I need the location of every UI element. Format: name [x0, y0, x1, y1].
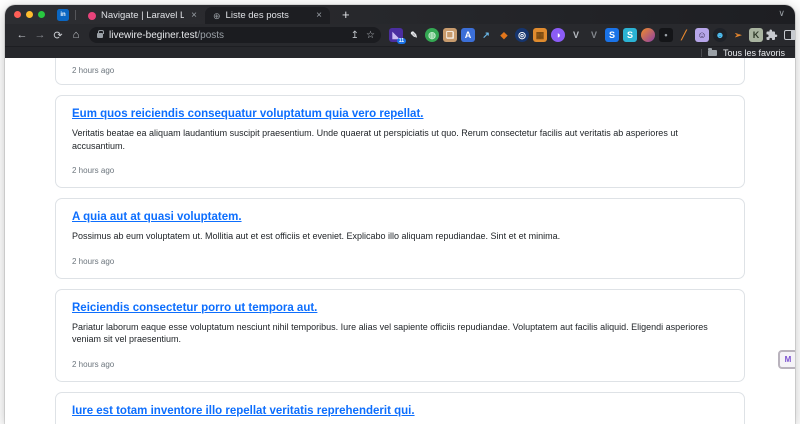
post-card: Eum quos reiciendis consequatur voluptat…	[55, 95, 745, 188]
s-teal-icon[interactable]: S	[623, 28, 637, 42]
floating-extension-widget[interactable]: M	[778, 350, 795, 369]
post-card: Iure est totam inventore illo repellat v…	[55, 391, 745, 424]
lavender-face-icon[interactable]: ☺	[695, 28, 709, 42]
black-dot-icon[interactable]: •	[659, 28, 673, 42]
close-tab-icon[interactable]: ×	[314, 10, 324, 21]
page-content: 2 hours ago Eum quos reiciendis consequa…	[5, 58, 795, 424]
post-title-link[interactable]: A quia aut at quasi voluptatem.	[72, 210, 728, 225]
linkedin-icon: in	[60, 11, 66, 18]
copy-docs-icon[interactable]: ❏	[443, 28, 457, 42]
translate-icon[interactable]: A	[461, 28, 475, 42]
tab-divider	[75, 9, 76, 20]
traffic-lights	[14, 11, 45, 18]
post-card: Reiciendis consectetur porro ut tempora …	[55, 288, 745, 382]
forward-button[interactable]: →	[31, 29, 49, 41]
home-button[interactable]: ⌂	[67, 29, 85, 41]
tab-strip: in Navigate | Laravel Livewire × ⊕ Liste…	[5, 5, 795, 24]
extensions-puzzle-icon[interactable]	[766, 29, 778, 41]
zoom-window-button[interactable]	[38, 11, 45, 18]
posts-container: 2 hours ago Eum quos reiciendis consequa…	[55, 58, 745, 424]
post-title-link[interactable]: Reiciendis consectetur porro ut tempora …	[72, 301, 728, 316]
extensions-row: ◣ 11 ✎ ◍ ❏ A ↗ ◆ ◎ ▦ ◑ V V S S • ╱ ☺ ☻ ➢ K	[389, 28, 763, 44]
url-path: /posts	[197, 29, 225, 41]
bird-icon[interactable]: ➢	[731, 28, 745, 42]
post-title-link[interactable]: Iure est totam inventore illo repellat v…	[72, 404, 728, 419]
k-sage-icon[interactable]: K	[749, 28, 763, 42]
tab-title: Liste des posts	[225, 10, 289, 21]
browser-window: in Navigate | Laravel Livewire × ⊕ Liste…	[5, 5, 795, 424]
v-filled-icon[interactable]: V	[569, 28, 583, 42]
post-title-link[interactable]: Eum quos reiciendis consequatur voluptat…	[72, 107, 728, 122]
post-body: Possimus ab eum voluptatem ut. Mollitia …	[72, 231, 561, 241]
bookmarks-bar: Tous les favoris	[5, 46, 795, 58]
back-button[interactable]: ←	[13, 29, 31, 41]
green-globe-icon[interactable]: ◍	[425, 28, 439, 42]
post-timestamp: 2 hours ago	[72, 256, 115, 266]
globe-favicon: ⊕	[213, 10, 221, 21]
url-host: livewire-beginer.test	[109, 29, 198, 41]
post-card: A quia aut at quasi voluptatem. Possimus…	[55, 198, 745, 279]
browser-toolbar: ← → ⟳ ⌂ livewire-beginer.test/posts ↥ ☆ …	[5, 24, 795, 46]
widget-glyph: M	[784, 355, 792, 364]
v-outline-icon[interactable]: V	[587, 28, 601, 42]
bookmarks-folder-icon	[707, 47, 717, 56]
tab-navigate-laravel-livewire[interactable]: Navigate | Laravel Livewire ×	[80, 7, 205, 24]
minimize-window-button[interactable]	[26, 11, 33, 18]
address-bar[interactable]: livewire-beginer.test/posts ↥ ☆	[89, 27, 381, 43]
post-timestamp: 2 hours ago	[72, 166, 115, 175]
new-tab-button[interactable]: +	[338, 7, 354, 22]
livewire-favicon	[88, 11, 96, 20]
orange-pen-icon[interactable]: ╱	[677, 28, 691, 42]
post-timestamp: 2 hours ago	[72, 66, 115, 75]
url-text: livewire-beginer.test/posts	[109, 30, 344, 41]
alien-circle-icon[interactable]: ☻	[713, 28, 727, 42]
close-tab-icon[interactable]: ×	[189, 10, 199, 21]
reload-button[interactable]: ⟳	[49, 29, 67, 42]
close-window-button[interactable]	[14, 11, 21, 18]
metamask-fox-icon[interactable]: ◆	[497, 28, 511, 42]
side-panel-icon[interactable]	[784, 30, 795, 40]
post-card-partial: 2 hours ago	[55, 58, 745, 85]
all-bookmarks-button[interactable]: Tous les favoris	[723, 48, 785, 58]
bookmarks-divider	[700, 48, 702, 57]
retro-grid-icon[interactable]: ▦	[533, 28, 547, 42]
eyedropper-icon[interactable]: ✎	[407, 28, 421, 42]
bookmark-star-icon[interactable]: ☆	[366, 30, 375, 41]
chevron-down-icon[interactable]: ∨	[778, 8, 785, 19]
post-timestamp: 2 hours ago	[72, 359, 115, 369]
purple-swirl-icon[interactable]: ◑	[551, 28, 565, 42]
pinned-tab-linkedin[interactable]: in	[57, 8, 69, 21]
extension-badge: 11	[396, 38, 406, 44]
share-export-icon[interactable]: ↗	[479, 28, 493, 42]
post-body: Veritatis beatae ea aliquam laudantium s…	[72, 128, 678, 151]
share-icon[interactable]: ↥	[351, 30, 359, 41]
record-circle-icon[interactable]: ◎	[515, 28, 529, 42]
tab-liste-des-posts[interactable]: ⊕ Liste des posts ×	[205, 7, 330, 24]
flame-circle-icon[interactable]	[641, 28, 655, 42]
tab-title: Navigate | Laravel Livewire	[101, 10, 185, 21]
post-body: Pariatur laborum eaque esse voluptatum n…	[72, 321, 708, 345]
s-blue-icon[interactable]: S	[605, 28, 619, 42]
lock-icon	[97, 29, 104, 38]
linkedin-tool-icon[interactable]: ◣ 11	[389, 28, 406, 44]
